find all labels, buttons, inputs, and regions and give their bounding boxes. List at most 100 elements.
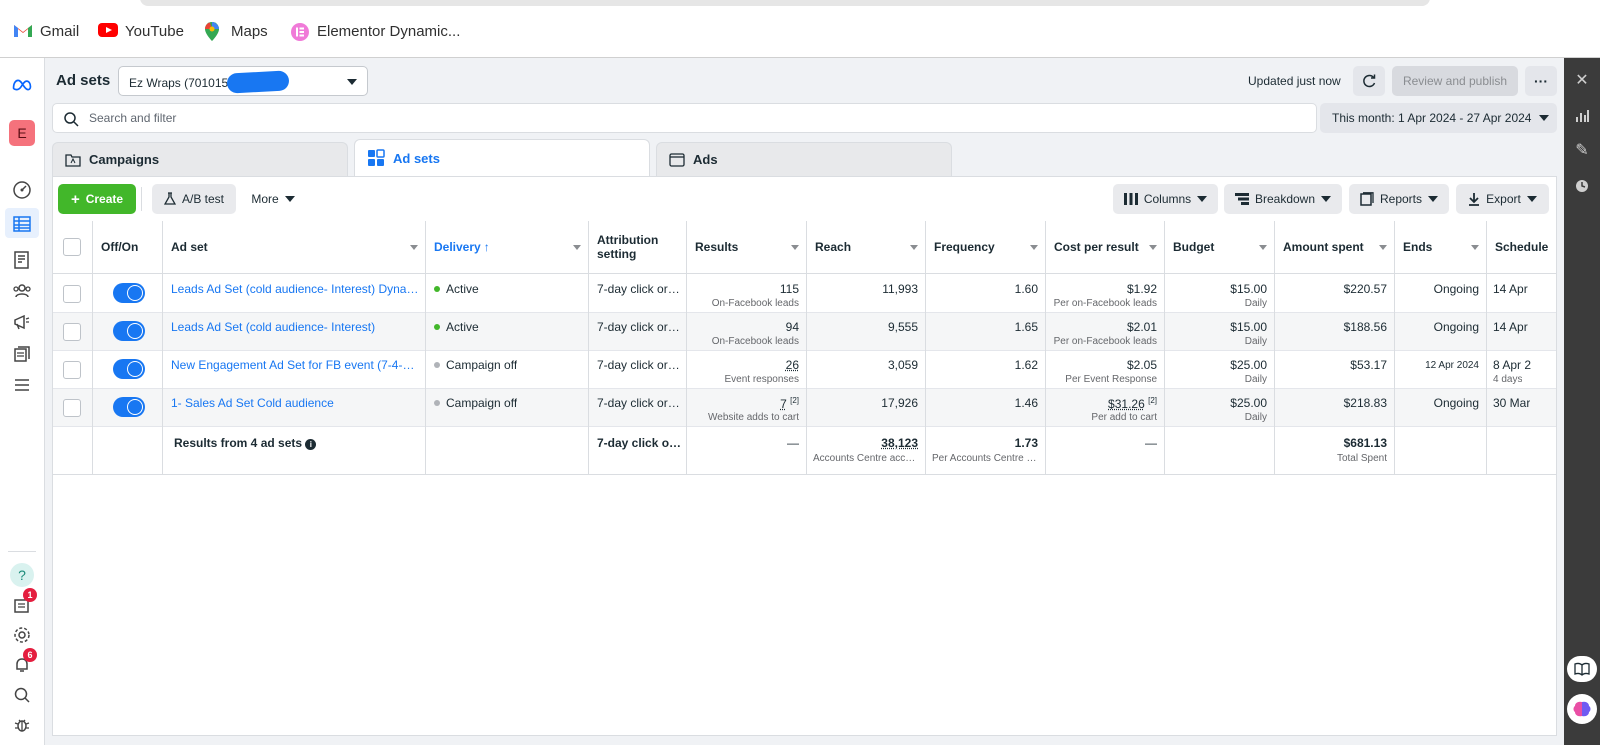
column-divider [925, 221, 926, 475]
status-dot [434, 400, 440, 406]
billing-icon[interactable] [11, 343, 33, 365]
export-button[interactable]: Export [1456, 184, 1549, 214]
more-button[interactable]: More [243, 184, 303, 214]
chevron-down-icon [347, 79, 357, 85]
columns-label: Columns [1143, 192, 1192, 206]
attribution-value: 7-day click or 1... [597, 358, 683, 372]
account-avatar[interactable]: E [9, 120, 35, 146]
tab-campaigns[interactable]: Campaigns [52, 142, 348, 176]
notifications-inbox-icon[interactable]: 1 [11, 588, 37, 616]
search-input[interactable] [89, 111, 1289, 125]
sort-caret-icon[interactable] [410, 245, 418, 250]
tab-ads[interactable]: Ads [656, 142, 952, 176]
ad-set-name-link[interactable]: Leads Ad Set (cold audience- Interest) D… [171, 282, 419, 296]
sort-caret-icon[interactable] [1030, 245, 1038, 250]
sort-caret-icon[interactable] [1471, 245, 1479, 250]
address-bar-edge[interactable] [140, 0, 1430, 6]
chart-icon[interactable] [1572, 106, 1592, 126]
schedule-duration: 4 days [1493, 374, 1523, 385]
sort-caret-icon[interactable] [1149, 245, 1157, 250]
sort-caret-icon[interactable] [1379, 245, 1387, 250]
select-all-checkbox[interactable] [63, 238, 81, 256]
row-on-off-toggle[interactable] [113, 359, 145, 379]
table-row[interactable]: New Engagement Ad Set for FB event (7-4-… [53, 351, 1556, 389]
row-checkbox[interactable] [63, 361, 81, 379]
date-range-selector[interactable]: This month: 1 Apr 2024 - 27 Apr 2024 [1320, 103, 1557, 133]
status-dot [434, 324, 440, 330]
dashboard-gauge-icon[interactable] [11, 179, 33, 201]
reach-value: 17,926 [881, 396, 918, 410]
settings-gear-icon[interactable] [11, 624, 33, 646]
row-checkbox[interactable] [63, 323, 81, 341]
megaphone-icon[interactable] [11, 311, 33, 333]
breakdown-icon [1234, 193, 1249, 205]
ads-manager-table-icon[interactable] [11, 213, 33, 235]
sort-caret-icon[interactable] [1259, 245, 1267, 250]
review-and-publish-button[interactable]: Review and publish [1392, 66, 1518, 96]
header-schedule[interactable]: Schedule [1487, 221, 1556, 274]
amount-spent-value: $218.83 [1343, 396, 1387, 410]
tab-ad-sets[interactable]: Ad sets [354, 139, 650, 176]
ad-account-selector[interactable]: Ez Wraps (7010150 [118, 66, 368, 96]
close-icon[interactable]: ✕ [1572, 70, 1592, 90]
sort-caret-icon[interactable] [573, 245, 581, 250]
row-checkbox[interactable] [63, 399, 81, 417]
ab-test-button[interactable]: A/B test [152, 184, 236, 214]
header-amount-spent[interactable]: Amount spent [1275, 221, 1395, 274]
sort-caret-icon[interactable] [791, 245, 799, 250]
ai-brain-icon[interactable] [1567, 694, 1597, 724]
ad-set-name-link[interactable]: New Engagement Ad Set for FB event (7-4-… [171, 358, 419, 372]
search-icon[interactable] [11, 684, 33, 706]
totals-attribution: 7-day click or ... [597, 436, 683, 450]
budget-value: $25.00 [1230, 358, 1267, 372]
table-row[interactable]: Leads Ad Set (cold audience- Interest) D… [53, 275, 1556, 313]
alerts-badge: 6 [23, 648, 37, 662]
menu-icon[interactable] [11, 374, 33, 396]
header-cost-per-result[interactable]: Cost per result [1046, 221, 1165, 274]
bookmark-youtube[interactable]: YouTube [98, 22, 184, 40]
breakdown-button[interactable]: Breakdown [1224, 184, 1342, 214]
columns-button[interactable]: Columns [1113, 184, 1218, 214]
header-reach[interactable]: Reach [807, 221, 926, 274]
more-options-button[interactable]: ··· [1525, 66, 1557, 96]
schedule-value: 30 Mar [1493, 396, 1531, 410]
toolbar-divider [141, 187, 142, 211]
row-checkbox[interactable] [63, 285, 81, 303]
info-icon[interactable]: i [305, 439, 317, 450]
tab-ads-label: Ads [693, 152, 718, 167]
row-on-off-toggle[interactable] [113, 321, 145, 341]
export-label: Export [1486, 192, 1521, 206]
header-ends[interactable]: Ends [1395, 221, 1487, 274]
bell-icon[interactable]: 6 [11, 648, 37, 676]
header-frequency[interactable]: Frequency [926, 221, 1046, 274]
row-on-off-toggle[interactable] [113, 283, 145, 303]
history-clock-icon[interactable] [1572, 176, 1592, 196]
row-on-off-toggle[interactable] [113, 397, 145, 417]
meta-logo-icon[interactable] [9, 74, 35, 96]
help-icon[interactable]: ? [10, 563, 34, 587]
table-row[interactable]: 1- Sales Ad Set Cold audience Campaign o… [53, 389, 1556, 427]
header-attribution[interactable]: Attribution setting [589, 221, 687, 274]
guide-book-icon[interactable] [1567, 656, 1597, 682]
sort-caret-icon[interactable] [910, 245, 918, 250]
create-button[interactable]: + Create [58, 184, 136, 214]
table-row[interactable]: Leads Ad Set (cold audience- Interest) A… [53, 313, 1556, 351]
results-type: On-Facebook leads [711, 336, 799, 347]
refresh-button[interactable] [1353, 66, 1385, 96]
reports-button[interactable]: Reports [1349, 184, 1449, 214]
header-budget[interactable]: Budget [1165, 221, 1275, 274]
bookmark-gmail[interactable]: Gmail [13, 22, 79, 40]
header-delivery[interactable]: Delivery ↑ [426, 221, 589, 274]
search-bar[interactable] [52, 103, 1317, 133]
ad-set-name-link[interactable]: Leads Ad Set (cold audience- Interest) [171, 320, 419, 334]
header-off-on[interactable]: Off/On [93, 221, 163, 274]
pages-icon[interactable] [11, 249, 33, 271]
bug-report-icon[interactable] [11, 714, 33, 736]
header-ad-set[interactable]: Ad set [163, 221, 426, 274]
bookmark-maps[interactable]: Maps [204, 22, 268, 41]
audiences-icon[interactable] [11, 280, 33, 302]
ad-set-name-link[interactable]: 1- Sales Ad Set Cold audience [171, 396, 419, 410]
edit-pencil-icon[interactable]: ✎ [1572, 140, 1592, 160]
bookmark-elementor[interactable]: Elementor Dynamic... [290, 22, 460, 41]
header-results[interactable]: Results [687, 221, 807, 274]
